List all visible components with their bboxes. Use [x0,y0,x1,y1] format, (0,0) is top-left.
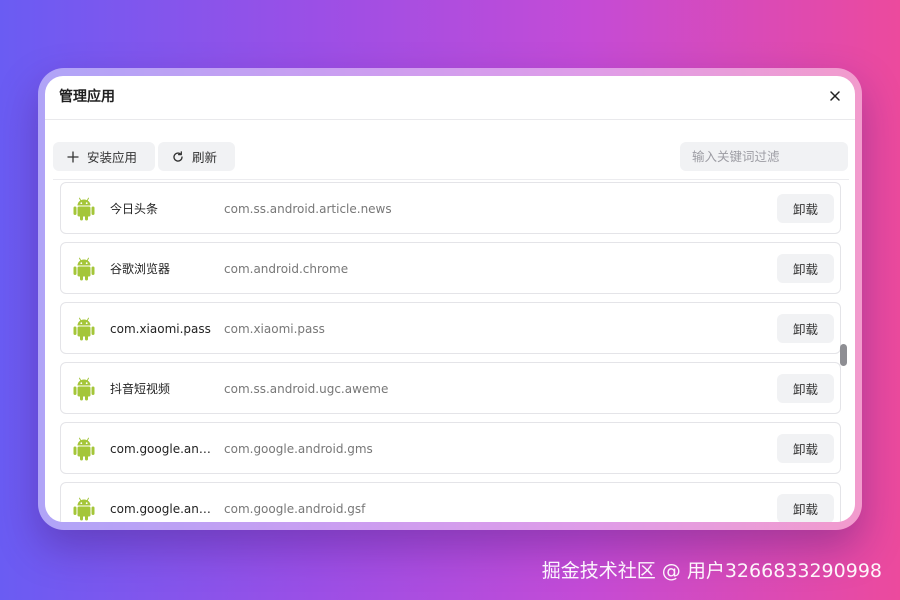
app-name: com.xiaomi.pass [110,322,211,336]
uninstall-button[interactable]: 卸载 [777,254,834,283]
uninstall-button[interactable]: 卸载 [777,194,834,223]
uninstall-button[interactable]: 卸载 [777,494,834,522]
refresh-label: 刷新 [192,150,218,165]
app-row: com.xiaomi.pass com.xiaomi.pass 卸载 [60,302,841,354]
app-row: 今日头条 com.ss.android.article.news 卸载 [60,182,841,234]
app-name: 今日头条 [110,202,159,216]
app-row: com.google.andr... com.google.android.gm… [60,422,841,474]
app-name: 抖音短视频 [110,382,171,396]
android-icon [73,437,95,461]
app-package: com.google.android.gms [224,442,373,456]
list-scrollbar-thumb[interactable] [840,344,847,366]
app-name: 谷歌浏览器 [110,262,171,276]
app-name: com.google.andr... [110,442,215,456]
uninstall-button[interactable]: 卸载 [777,374,834,403]
app-package: com.google.android.gsf [224,502,366,516]
app-package: com.xiaomi.pass [224,322,325,336]
filter-input[interactable] [680,142,848,171]
refresh-icon [173,150,183,162]
app-list: 今日头条 com.ss.android.article.news 卸载 谷歌浏览… [53,179,849,522]
install-app-button[interactable]: 安装应用 [53,142,155,171]
uninstall-button[interactable]: 卸载 [777,314,834,343]
dialog-title: 管理应用 [59,89,115,105]
refresh-button[interactable]: 刷新 [158,142,235,171]
android-icon [73,257,95,281]
android-icon [73,497,95,521]
app-package: com.ss.android.ugc.aweme [224,382,389,396]
android-icon [73,197,95,221]
app-package: com.android.chrome [224,262,349,276]
close-icon[interactable] [827,88,843,104]
android-icon [73,377,95,401]
dialog-header: 管理应用 [45,76,855,120]
app-package: com.ss.android.article.news [224,202,392,216]
app-row: com.google.andr... com.google.android.gs… [60,482,841,522]
app-name: com.google.andr... [110,502,215,516]
app-row: 谷歌浏览器 com.android.chrome 卸载 [60,242,841,294]
uninstall-button[interactable]: 卸载 [777,434,834,463]
app-row: 抖音短视频 com.ss.android.ugc.aweme 卸载 [60,362,841,414]
android-icon [73,317,95,341]
plus-icon [67,150,79,163]
manage-apps-dialog: 管理应用 安装应用 刷新 输入关键词过滤 今日头条 com.ss.android… [45,76,855,522]
install-app-label: 安装应用 [87,150,138,165]
watermark-text: 掘金技术社区 @ 用户3266833290998 [541,560,882,582]
